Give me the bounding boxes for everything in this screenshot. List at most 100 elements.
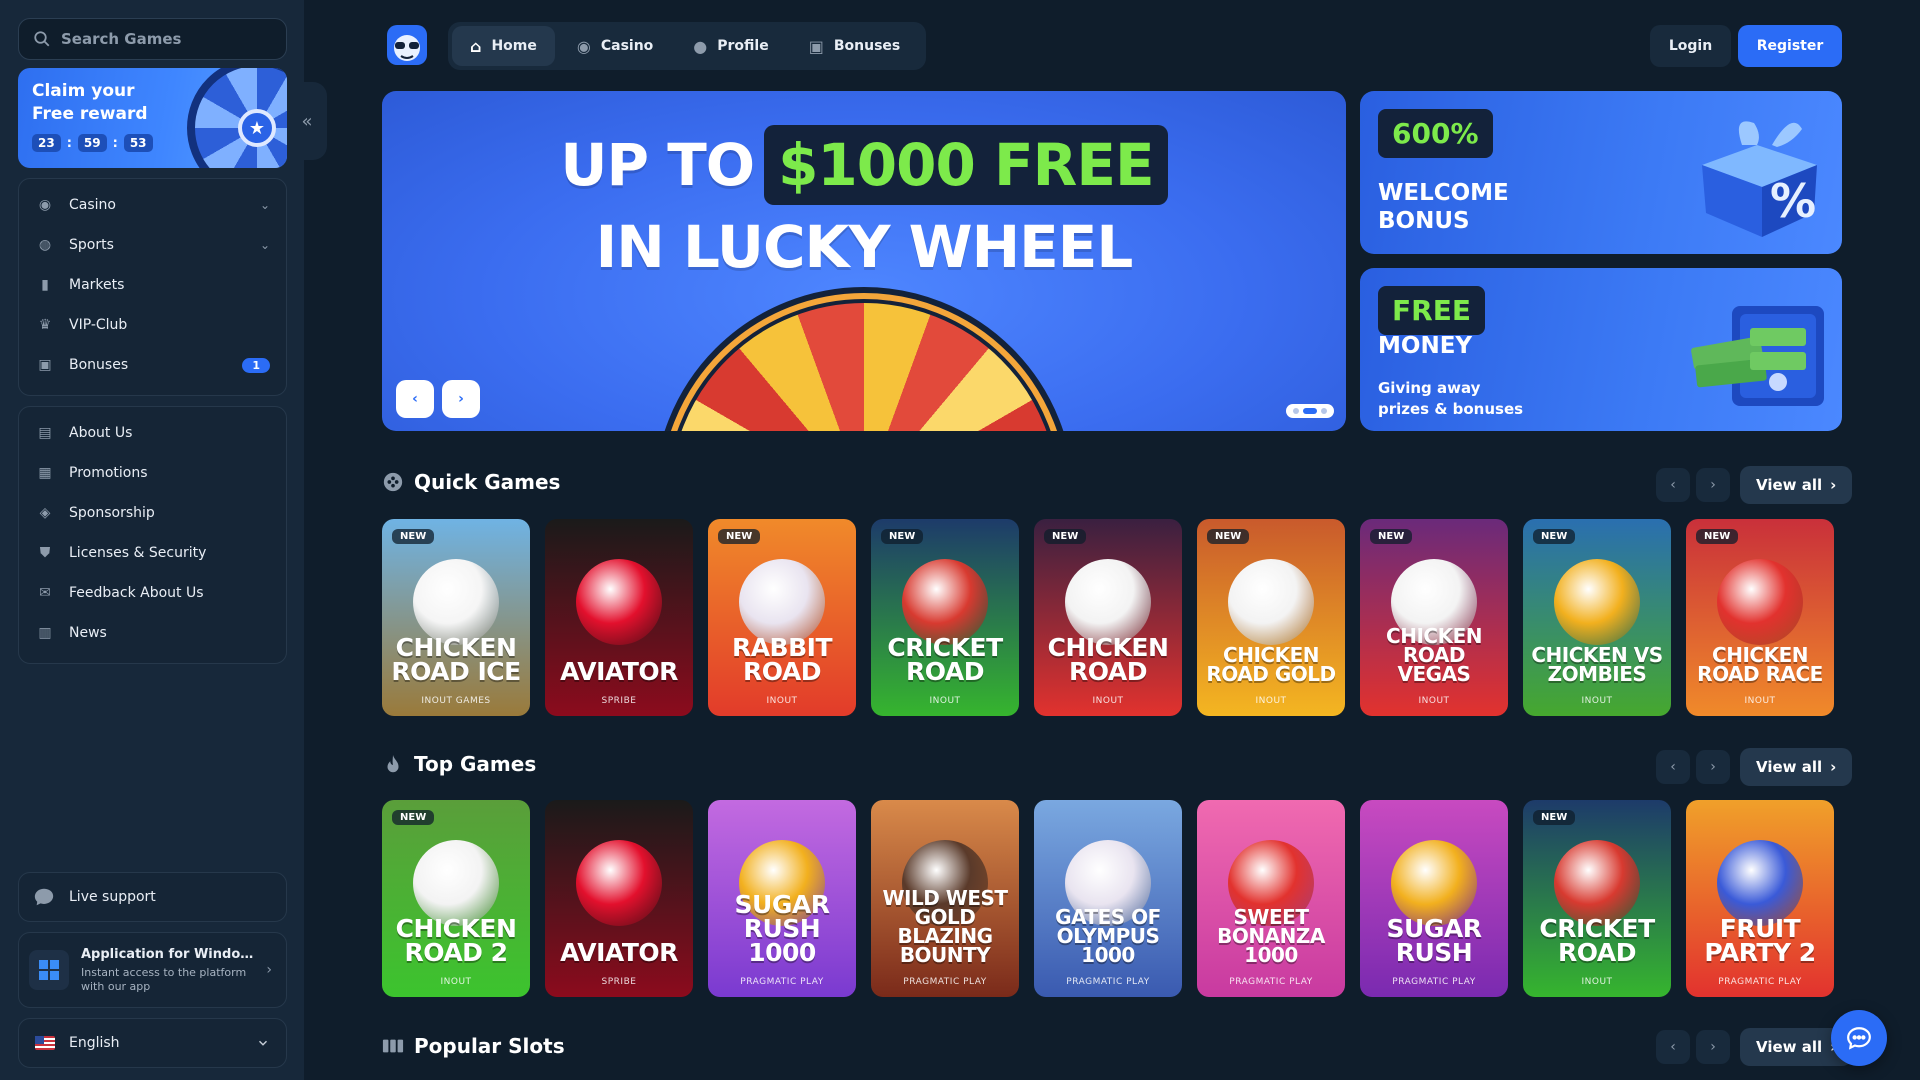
game-card[interactable]: NEW CHICKEN ROAD ICE INOUT GAMES xyxy=(382,519,530,716)
chat-support-icon xyxy=(34,888,54,906)
hero-line1-a: UP TO xyxy=(560,131,755,199)
app-subtitle: Instant access to the platform with our … xyxy=(81,965,247,993)
sidebar-item-news[interactable]: ▥ News xyxy=(19,613,286,653)
chevron-down-icon: ⌄ xyxy=(259,198,270,212)
sidebar-item-feedback-about-us[interactable]: ✉ Feedback About Us xyxy=(19,573,286,613)
scroll-left-button[interactable]: ‹ xyxy=(1656,750,1690,784)
scroll-right-button[interactable]: › xyxy=(1696,750,1730,784)
view-all-button[interactable]: View all › xyxy=(1740,466,1853,504)
hero-next-button[interactable]: › xyxy=(442,380,480,418)
pagination-dot[interactable] xyxy=(1303,408,1317,414)
chevron-right-icon: › xyxy=(458,391,464,407)
windows-app-card[interactable]: Application for Windows Instant access t… xyxy=(18,932,287,1008)
sidebar-item-licenses-security[interactable]: ⛊ Licenses & Security xyxy=(19,533,286,573)
new-badge: NEW xyxy=(1696,529,1739,544)
chat-button[interactable] xyxy=(1831,1010,1887,1066)
timer-minutes: 59 xyxy=(77,134,107,152)
game-card[interactable]: WILD WEST GOLD BLAZING BOUNTY PRAGMATIC P… xyxy=(871,800,1019,997)
game-card[interactable]: NEW CHICKEN ROAD INOUT xyxy=(1034,519,1182,716)
game-art-image xyxy=(576,559,662,645)
claim-reward-card[interactable]: Claim your Free reward 23 : 59 : 53 ★ xyxy=(18,68,287,168)
tab-profile[interactable]: ● Profile xyxy=(675,26,786,66)
gamepad-icon xyxy=(383,472,403,492)
section-title: Popular Slots xyxy=(414,1034,565,1058)
language-selector[interactable]: English xyxy=(18,1018,287,1068)
game-card[interactable]: GATES OF OLYMPUS 1000 PRAGMATIC PLAY xyxy=(1034,800,1182,997)
top-games-controls: ‹ › View all › xyxy=(1656,748,1853,786)
game-title: CHICKEN ROAD GOLD xyxy=(1206,643,1336,686)
search-box[interactable] xyxy=(18,18,287,60)
game-card[interactable]: NEW CHICKEN ROAD RACE INOUT xyxy=(1686,519,1834,716)
scroll-right-button[interactable]: › xyxy=(1696,1030,1730,1064)
promo-free-money[interactable]: FREE MONEY Giving away prizes & bonuses xyxy=(1360,268,1842,431)
sidebar-item-sponsorship[interactable]: ◈ Sponsorship xyxy=(19,493,286,533)
quick-games-header: Quick Games xyxy=(382,470,560,494)
sidebar-item-promotions[interactable]: ▦ Promotions xyxy=(19,453,286,493)
sidebar-item-label: Licenses & Security xyxy=(69,545,207,561)
sidebar-item-label: Feedback About Us xyxy=(69,585,204,601)
game-provider: INOUT xyxy=(1581,696,1613,706)
sidebar-item-label: Sponsorship xyxy=(69,505,155,521)
chevron-down-icon: ⌄ xyxy=(259,238,270,252)
windows-icon xyxy=(29,950,69,990)
sidebar-item-sports[interactable]: ◍ Sports ⌄ xyxy=(19,225,286,265)
hero-prev-button[interactable]: ‹ xyxy=(396,380,434,418)
game-card[interactable]: SUGAR RUSH PRAGMATIC PLAY xyxy=(1360,800,1508,997)
register-button[interactable]: Register xyxy=(1738,25,1842,67)
tab-label: Casino xyxy=(600,38,654,54)
search-input[interactable] xyxy=(61,30,271,48)
pagination-dot[interactable] xyxy=(1293,408,1299,414)
tab-home[interactable]: ⌂ Home xyxy=(452,26,555,66)
tab-casino[interactable]: ◉ Casino xyxy=(559,26,671,66)
sidebar-item-about-us[interactable]: ▤ About Us xyxy=(19,413,286,453)
live-support-button[interactable]: Live support xyxy=(18,872,287,922)
hero-pagination[interactable] xyxy=(1286,404,1334,418)
hero-banner[interactable]: UP TO $1000 FREE IN LUCKY WHEEL xyxy=(382,91,1346,431)
scroll-left-button[interactable]: ‹ xyxy=(1656,1030,1690,1064)
game-card[interactable]: NEW RABBIT ROAD INOUT xyxy=(708,519,856,716)
game-card[interactable]: SWEET BONANZA 1000 PRAGMATIC PLAY xyxy=(1197,800,1345,997)
casino-chip-icon: ◉ xyxy=(38,197,52,213)
count-badge: 1 xyxy=(242,357,270,373)
section-title: Quick Games xyxy=(414,470,561,494)
game-card[interactable]: FRUIT PARTY 2 PRAGMATIC PLAY xyxy=(1686,800,1834,997)
scroll-left-button[interactable]: ‹ xyxy=(1656,468,1690,502)
sidebar-item-markets[interactable]: ▮ Markets xyxy=(19,265,286,305)
game-title: CRICKET ROAD xyxy=(887,633,1003,686)
sidebar-item-casino[interactable]: ◉ Casino ⌄ xyxy=(19,185,286,225)
game-card[interactable]: NEW CRICKET ROAD INOUT xyxy=(871,519,1019,716)
game-provider: PRAGMATIC PLAY xyxy=(1229,977,1313,987)
chevron-left-icon: ‹ xyxy=(412,391,418,407)
game-card[interactable]: NEW CHICKEN ROAD GOLD INOUT xyxy=(1197,519,1345,716)
scroll-right-button[interactable]: › xyxy=(1696,468,1730,502)
pagination-dot[interactable] xyxy=(1321,408,1327,414)
sidebar-item-vip-club[interactable]: ♛ VIP-Club xyxy=(19,305,286,345)
new-badge: NEW xyxy=(392,810,435,825)
tab-bonuses[interactable]: ▣ Bonuses xyxy=(791,26,919,66)
game-title: CHICKEN ROAD VEGAS xyxy=(1386,624,1482,686)
game-card[interactable]: NEW CHICKEN ROAD 2 INOUT xyxy=(382,800,530,997)
game-title: SWEET BONANZA 1000 xyxy=(1217,905,1325,967)
collapse-sidebar-button[interactable]: « xyxy=(287,82,327,160)
sidebar-item-bonuses[interactable]: ▣ Bonuses 1 xyxy=(19,345,286,385)
promo-welcome-bonus[interactable]: 600% WELCOME BONUS % xyxy=(1360,91,1842,254)
view-all-button[interactable]: View all › xyxy=(1740,748,1853,786)
us-flag-icon xyxy=(35,1036,55,1050)
popular-slots-controls: ‹ › View all› xyxy=(1656,1028,1853,1066)
game-provider: INOUT xyxy=(1581,977,1613,987)
game-card[interactable]: NEW CHICKEN ROAD VEGAS INOUT xyxy=(1360,519,1508,716)
game-title: AVIATOR xyxy=(560,938,678,967)
game-card[interactable]: AVIATOR SPRIBE xyxy=(545,800,693,997)
game-title: CHICKEN ROAD xyxy=(1047,633,1169,686)
game-title: CRICKET ROAD xyxy=(1539,914,1655,967)
lucky-wheel-image xyxy=(654,287,1074,431)
site-logo[interactable] xyxy=(384,22,430,68)
game-card[interactable]: AVIATOR SPRIBE xyxy=(545,519,693,716)
game-card[interactable]: NEW CRICKET ROAD INOUT xyxy=(1523,800,1671,997)
view-all-label: View all xyxy=(1756,476,1823,494)
game-card[interactable]: SUGAR RUSH 1000 PRAGMATIC PLAY xyxy=(708,800,856,997)
book-icon: ▤ xyxy=(38,425,52,441)
login-button[interactable]: Login xyxy=(1650,25,1731,67)
timer-seconds: 53 xyxy=(123,134,153,152)
game-card[interactable]: NEW CHICKEN VS ZOMBIES INOUT xyxy=(1523,519,1671,716)
